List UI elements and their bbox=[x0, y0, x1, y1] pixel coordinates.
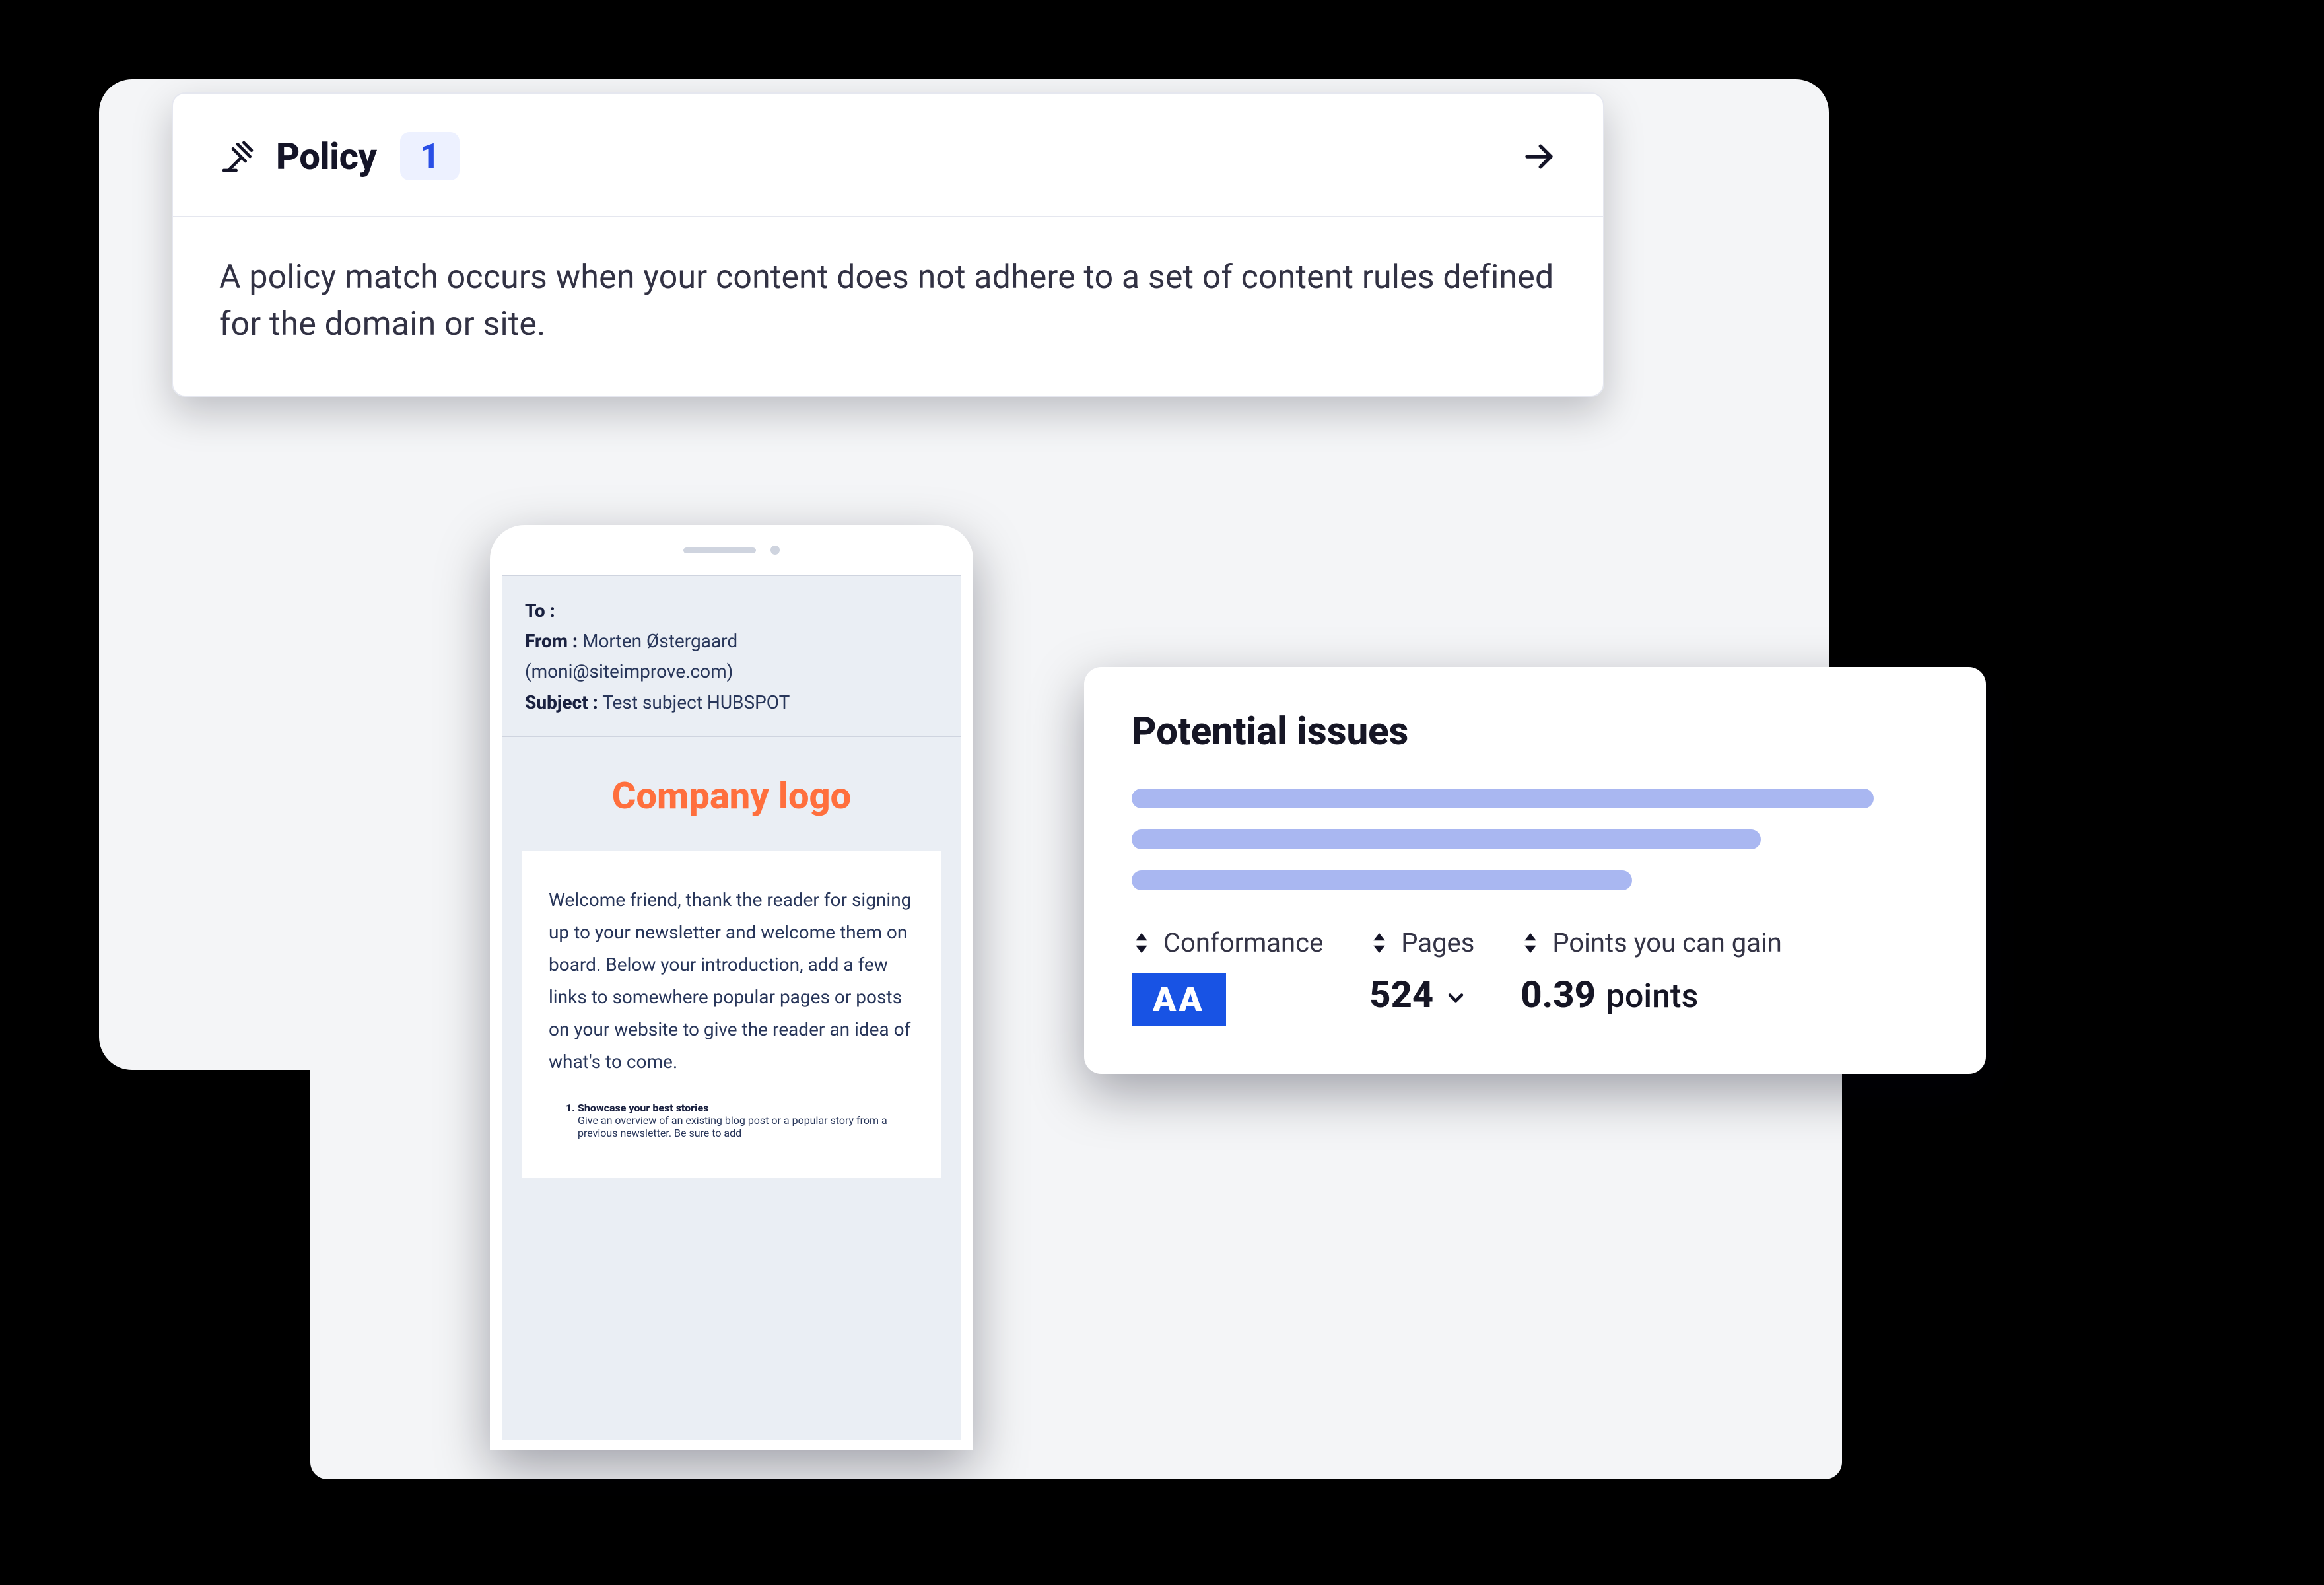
phone-camera-icon bbox=[770, 546, 780, 555]
list-item-text: Give an overview of an existing blog pos… bbox=[578, 1114, 914, 1139]
issue-bar-placeholder bbox=[1132, 829, 1761, 849]
email-subject-row: Subject : Test subject HUBSPOT bbox=[525, 687, 938, 718]
email-subject-label: Subject : bbox=[525, 691, 598, 713]
metric-pages-label: Pages bbox=[1401, 927, 1474, 958]
issue-bars bbox=[1132, 789, 1938, 890]
metric-pages-value-row[interactable]: 524 bbox=[1369, 973, 1474, 1016]
email-from-label: From : bbox=[525, 630, 578, 652]
email-subject-value: Test subject HUBSPOT bbox=[602, 691, 790, 713]
email-from-email: (moni@siteimprove.com) bbox=[525, 656, 938, 687]
sort-icon[interactable] bbox=[1521, 931, 1540, 955]
email-to-row: To : bbox=[525, 596, 938, 626]
company-logo-placeholder: Company logo bbox=[502, 737, 961, 851]
list-item-title: Showcase your best stories bbox=[578, 1102, 708, 1114]
metric-label-row: Conformance bbox=[1132, 927, 1323, 958]
policy-card: Policy 1 A policy match occurs when your… bbox=[172, 92, 1604, 397]
phone-speaker-icon bbox=[683, 547, 756, 553]
arrow-right-icon[interactable] bbox=[1521, 139, 1557, 174]
issue-bar-placeholder bbox=[1132, 789, 1874, 808]
metric-label-row: Pages bbox=[1369, 927, 1474, 958]
chevron-down-icon[interactable] bbox=[1444, 986, 1468, 1010]
email-intro-text: Welcome friend, thank the reader for sig… bbox=[549, 884, 914, 1078]
email-to-label: To : bbox=[525, 600, 555, 621]
email-from-name: Morten Østergaard bbox=[582, 630, 737, 652]
potential-issues-title: Potential issues bbox=[1132, 709, 1938, 754]
policy-card-header[interactable]: Policy 1 bbox=[173, 94, 1603, 217]
phone-preview: To : From : Morten Østergaard (moni@site… bbox=[490, 525, 973, 1450]
metric-pages-value: 524 bbox=[1369, 973, 1433, 1016]
metric-pages[interactable]: Pages 524 bbox=[1369, 927, 1474, 1026]
metric-points-unit: points bbox=[1606, 977, 1698, 1016]
phone-notch bbox=[490, 525, 973, 575]
email-body-container: Welcome friend, thank the reader for sig… bbox=[522, 851, 941, 1178]
sort-icon[interactable] bbox=[1132, 931, 1151, 955]
email-headers: To : From : Morten Østergaard (moni@site… bbox=[502, 576, 961, 737]
metric-points-label: Points you can gain bbox=[1552, 927, 1781, 958]
policy-description: A policy match occurs when your content … bbox=[173, 217, 1603, 396]
metric-points[interactable]: Points you can gain 0.39 points bbox=[1521, 927, 1781, 1026]
metric-points-value: 0.39 bbox=[1521, 973, 1595, 1016]
email-list: Showcase your best stories Give an overv… bbox=[549, 1102, 914, 1139]
metrics-row: Conformance AA Pages 524 bbox=[1132, 927, 1938, 1026]
email-from-row: From : Morten Østergaard bbox=[525, 626, 938, 656]
policy-count-badge: 1 bbox=[400, 132, 460, 180]
metric-conformance-label: Conformance bbox=[1163, 927, 1323, 958]
conformance-badge: AA bbox=[1132, 973, 1226, 1026]
sort-icon[interactable] bbox=[1369, 931, 1389, 955]
issue-bar-placeholder bbox=[1132, 870, 1632, 890]
potential-issues-card: Potential issues Conformance AA Pages bbox=[1084, 667, 1986, 1074]
metric-label-row: Points you can gain bbox=[1521, 927, 1781, 958]
phone-screen: To : From : Morten Østergaard (moni@site… bbox=[502, 575, 961, 1440]
metric-points-value-row: 0.39 points bbox=[1521, 973, 1781, 1016]
list-item: Showcase your best stories Give an overv… bbox=[578, 1102, 914, 1139]
policy-title: Policy bbox=[276, 135, 376, 178]
metric-conformance[interactable]: Conformance AA bbox=[1132, 927, 1323, 1026]
gavel-icon bbox=[219, 138, 256, 175]
